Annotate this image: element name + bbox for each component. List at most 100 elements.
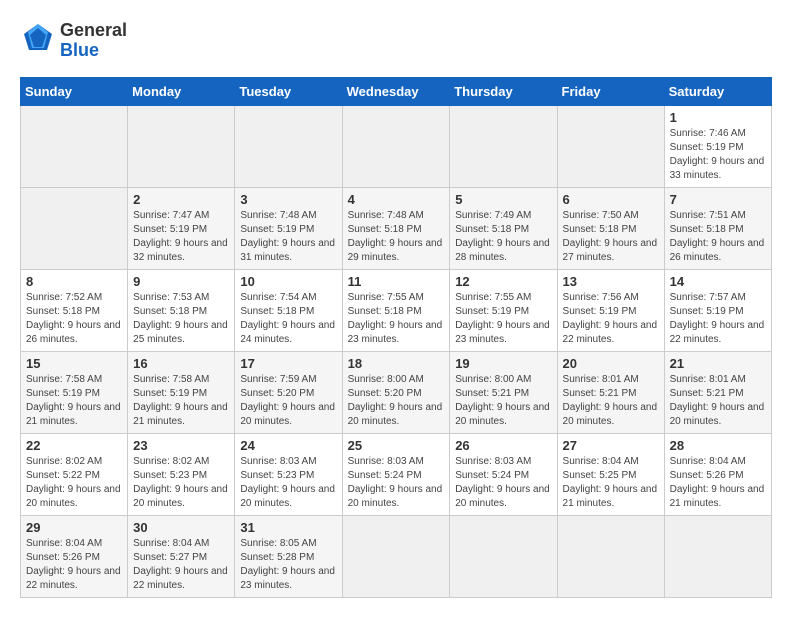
empty-cell xyxy=(450,106,557,188)
day-info: Sunrise: 8:01 AMSunset: 5:21 PMDaylight:… xyxy=(670,373,766,429)
day-number: 11 xyxy=(348,274,445,289)
day-cell: 13 Sunrise: 7:56 AMSunset: 5:19 PMDayligh… xyxy=(557,270,664,352)
day-info: Sunrise: 7:59 AMSunset: 5:20 PMDaylight:… xyxy=(240,373,336,429)
day-cell: 18 Sunrise: 8:00 AMSunset: 5:20 PMDayligh… xyxy=(342,352,450,434)
week-row: 2 Sunrise: 7:47 AMSunset: 5:19 PMDaylight… xyxy=(21,188,772,270)
empty-cell xyxy=(128,106,235,188)
day-number: 14 xyxy=(670,274,766,289)
day-info: Sunrise: 7:53 AMSunset: 5:18 PMDaylight:… xyxy=(133,291,229,347)
day-number: 24 xyxy=(240,438,336,453)
day-info: Sunrise: 8:01 AMSunset: 5:21 PMDaylight:… xyxy=(563,373,659,429)
day-info: Sunrise: 8:04 AMSunset: 5:25 PMDaylight:… xyxy=(563,455,659,511)
day-info: Sunrise: 7:56 AMSunset: 5:19 PMDaylight:… xyxy=(563,291,659,347)
day-number: 27 xyxy=(563,438,659,453)
day-cell: 28Sunrise: 8:04 AMSunset: 5:26 PMDayligh… xyxy=(664,434,771,516)
week-row: 22Sunrise: 8:02 AMSunset: 5:22 PMDayligh… xyxy=(21,434,772,516)
empty-cell xyxy=(235,106,342,188)
day-number: 15 xyxy=(26,356,122,371)
day-cell: 19Sunrise: 8:00 AMSunset: 5:21 PMDayligh… xyxy=(450,352,557,434)
header: General Blue xyxy=(20,20,772,61)
day-info: Sunrise: 7:51 AMSunset: 5:18 PMDaylight:… xyxy=(670,209,766,265)
day-info: Sunrise: 7:55 AMSunset: 5:18 PMDaylight:… xyxy=(348,291,445,347)
day-cell: 27 Sunrise: 8:04 AMSunset: 5:25 PMDayligh… xyxy=(557,434,664,516)
day-number: 23 xyxy=(133,438,229,453)
empty-cell xyxy=(21,106,128,188)
day-cell xyxy=(557,516,664,598)
day-number: 18 xyxy=(348,356,445,371)
day-number: 4 xyxy=(348,192,445,207)
day-number: 25 xyxy=(348,438,445,453)
day-number: 6 xyxy=(563,192,659,207)
day-cell: 29 Sunrise: 8:04 AMSunset: 5:26 PMDayligh… xyxy=(21,516,128,598)
day-info: Sunrise: 7:52 AMSunset: 5:18 PMDaylight:… xyxy=(26,291,122,347)
day-cell: 22Sunrise: 8:02 AMSunset: 5:22 PMDayligh… xyxy=(21,434,128,516)
day-info: Sunrise: 7:55 AMSunset: 5:19 PMDaylight:… xyxy=(455,291,551,347)
day-header-monday: Monday xyxy=(128,78,235,106)
day-info: Sunrise: 8:03 AMSunset: 5:24 PMDaylight:… xyxy=(455,455,551,511)
day-number: 31 xyxy=(240,520,336,535)
logo-line2: Blue xyxy=(60,40,99,60)
day-cell: 5Sunrise: 7:49 AMSunset: 5:18 PMDaylight… xyxy=(450,188,557,270)
day-cell: 30Sunrise: 8:04 AMSunset: 5:27 PMDayligh… xyxy=(128,516,235,598)
day-info: Sunrise: 8:05 AMSunset: 5:28 PMDaylight:… xyxy=(240,537,336,593)
day-info: Sunrise: 7:46 AMSunset: 5:19 PMDaylight:… xyxy=(670,127,766,183)
day-cell xyxy=(664,516,771,598)
day-info: Sunrise: 8:04 AMSunset: 5:27 PMDaylight:… xyxy=(133,537,229,593)
day-info: Sunrise: 8:03 AMSunset: 5:24 PMDaylight:… xyxy=(348,455,445,511)
day-cell: 10Sunrise: 7:54 AMSunset: 5:18 PMDayligh… xyxy=(235,270,342,352)
day-header-tuesday: Tuesday xyxy=(235,78,342,106)
day-number: 8 xyxy=(26,274,122,289)
day-info: Sunrise: 8:00 AMSunset: 5:20 PMDaylight:… xyxy=(348,373,445,429)
empty-cell xyxy=(342,106,450,188)
day-cell xyxy=(450,516,557,598)
day-info: Sunrise: 8:04 AMSunset: 5:26 PMDaylight:… xyxy=(26,537,122,593)
day-info: Sunrise: 7:58 AMSunset: 5:19 PMDaylight:… xyxy=(133,373,229,429)
day-info: Sunrise: 7:48 AMSunset: 5:18 PMDaylight:… xyxy=(348,209,445,265)
day-cell: 25 Sunrise: 8:03 AMSunset: 5:24 PMDayligh… xyxy=(342,434,450,516)
week-row: 15 Sunrise: 7:58 AMSunset: 5:19 PMDayligh… xyxy=(21,352,772,434)
day-info: Sunrise: 7:48 AMSunset: 5:19 PMDaylight:… xyxy=(240,209,336,265)
day-number: 3 xyxy=(240,192,336,207)
day-cell: 31 Sunrise: 8:05 AMSunset: 5:28 PMDayligh… xyxy=(235,516,342,598)
day-number: 17 xyxy=(240,356,336,371)
day-number: 7 xyxy=(670,192,766,207)
day-number: 13 xyxy=(563,274,659,289)
day-cell: 6Sunrise: 7:50 AMSunset: 5:18 PMDaylight… xyxy=(557,188,664,270)
day-header-friday: Friday xyxy=(557,78,664,106)
day-info: Sunrise: 7:57 AMSunset: 5:19 PMDaylight:… xyxy=(670,291,766,347)
day-number: 26 xyxy=(455,438,551,453)
day-cell: 21Sunrise: 8:01 AMSunset: 5:21 PMDayligh… xyxy=(664,352,771,434)
day-cell: 24Sunrise: 8:03 AMSunset: 5:23 PMDayligh… xyxy=(235,434,342,516)
day-cell: 4 Sunrise: 7:48 AMSunset: 5:18 PMDaylight… xyxy=(342,188,450,270)
day-number: 1 xyxy=(670,110,766,125)
day-cell: 12 Sunrise: 7:55 AMSunset: 5:19 PMDayligh… xyxy=(450,270,557,352)
day-cell: 8 Sunrise: 7:52 AMSunset: 5:18 PMDaylight… xyxy=(21,270,128,352)
day-number: 29 xyxy=(26,520,122,535)
day-cell: 16 Sunrise: 7:58 AMSunset: 5:19 PMDayligh… xyxy=(128,352,235,434)
day-cell: 26 Sunrise: 8:03 AMSunset: 5:24 PMDayligh… xyxy=(450,434,557,516)
day-info: Sunrise: 7:47 AMSunset: 5:19 PMDaylight:… xyxy=(133,209,229,265)
day-cell: 17 Sunrise: 7:59 AMSunset: 5:20 PMDayligh… xyxy=(235,352,342,434)
day-info: Sunrise: 8:02 AMSunset: 5:22 PMDaylight:… xyxy=(26,455,122,511)
day-cell: 20 Sunrise: 8:01 AMSunset: 5:21 PMDayligh… xyxy=(557,352,664,434)
day-number: 9 xyxy=(133,274,229,289)
logo: General Blue xyxy=(20,20,127,61)
logo-line1: General xyxy=(60,20,127,40)
day-cell: 1 Sunrise: 7:46 AMSunset: 5:19 PMDaylight… xyxy=(664,106,771,188)
day-header-sunday: Sunday xyxy=(21,78,128,106)
logo-icon xyxy=(20,20,56,56)
day-info: Sunrise: 8:02 AMSunset: 5:23 PMDaylight:… xyxy=(133,455,229,511)
week-row: 29 Sunrise: 8:04 AMSunset: 5:26 PMDayligh… xyxy=(21,516,772,598)
day-number: 16 xyxy=(133,356,229,371)
day-number: 2 xyxy=(133,192,229,207)
day-header-wednesday: Wednesday xyxy=(342,78,450,106)
day-cell: 15Sunrise: 7:58 AMSunset: 5:19 PMDayligh… xyxy=(21,352,128,434)
day-number: 20 xyxy=(563,356,659,371)
day-cell: 2 Sunrise: 7:47 AMSunset: 5:19 PMDaylight… xyxy=(128,188,235,270)
day-info: Sunrise: 8:00 AMSunset: 5:21 PMDaylight:… xyxy=(455,373,551,429)
day-number: 10 xyxy=(240,274,336,289)
day-header-saturday: Saturday xyxy=(664,78,771,106)
day-info: Sunrise: 8:04 AMSunset: 5:26 PMDaylight:… xyxy=(670,455,766,511)
day-cell: 7 Sunrise: 7:51 AMSunset: 5:18 PMDaylight… xyxy=(664,188,771,270)
day-number: 12 xyxy=(455,274,551,289)
